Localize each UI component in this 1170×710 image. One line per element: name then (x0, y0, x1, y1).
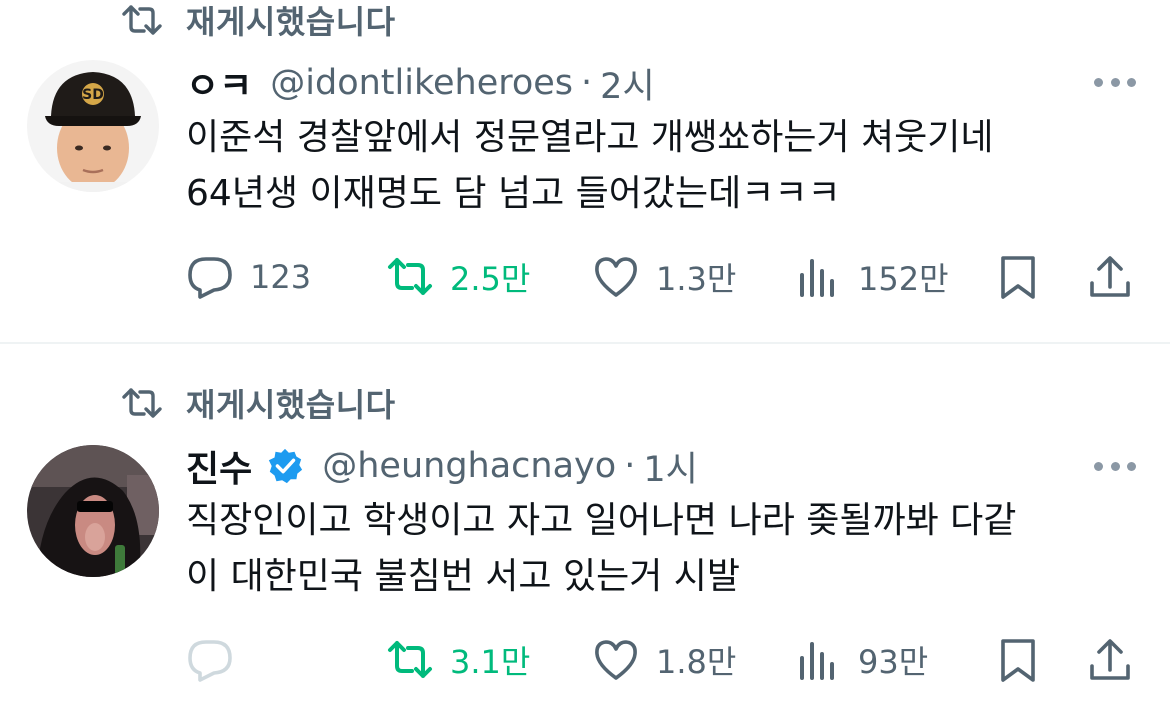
timestamp[interactable]: 1시 (643, 441, 697, 492)
like-button[interactable]: 1.8만 (592, 632, 736, 688)
tweet-text-line: 이 대한민국 불침번 서고 있는거 시발 (186, 556, 741, 597)
like-count: 1.3만 (656, 260, 737, 298)
views-button[interactable]: 152만 (794, 249, 949, 305)
like-button[interactable]: 1.3만 (592, 249, 736, 305)
more-icon[interactable] (1094, 72, 1136, 92)
reply-icon (188, 640, 232, 682)
tweet-text-line: 이준석 경찰앞에서 정문열라고 개쌩쑈하는거 쳐웃기네 (186, 117, 994, 158)
repost-context: 재게시했습니다 (120, 0, 396, 41)
action-bar: 3.1만 1.8만 93만 (186, 632, 1146, 688)
more-icon[interactable] (1094, 456, 1136, 476)
verified-icon (269, 448, 303, 484)
view-count: 152만 (858, 260, 949, 298)
repost-label: 재게시했습니다 (186, 386, 396, 424)
tweet-header: ㅇㅋ @idontlikeheroes · 2시 (186, 58, 655, 108)
repost-button[interactable]: 2.5만 (386, 249, 530, 305)
repost-context: 재게시했습니다 (120, 383, 396, 424)
share-icon (1090, 639, 1130, 680)
repost-icon (388, 641, 432, 678)
repost-count: 2.5만 (450, 260, 531, 298)
repost-icon (122, 5, 162, 35)
avatar[interactable]: SD (27, 60, 159, 192)
like-icon (595, 257, 637, 297)
share-button[interactable] (1086, 632, 1134, 688)
avatar-image: SD (27, 60, 159, 192)
tweet[interactable]: 재게시했습니다 SD ㅇㅋ @idontlikeheroes · 2시 이준석 … (0, 0, 1170, 342)
separator-dot: · (581, 63, 593, 103)
repost-button[interactable]: 3.1만 (386, 632, 530, 688)
user-handle[interactable]: @heunghacnayo (322, 446, 616, 486)
repost-label: 재게시했습니다 (186, 3, 396, 41)
action-bar: 123 2.5만 1.3만 152만 (186, 249, 1146, 305)
tweet-text: 이준석 경찰앞에서 정문열라고 개쌩쑈하는거 쳐웃기네 64년생 이재명도 담 … (186, 110, 1146, 222)
reply-icon (188, 257, 232, 299)
tweet-text-line: 64년생 이재명도 담 넘고 들어갔는데ㅋㅋㅋ (186, 173, 841, 214)
like-count: 1.8만 (656, 643, 737, 681)
bookmark-button[interactable] (994, 632, 1042, 688)
bookmark-icon (1001, 256, 1035, 299)
views-icon (800, 259, 834, 297)
tweet-text-line: 직장인이고 학생이고 자고 일어나면 나라 좆될까봐 다같 (186, 500, 1017, 541)
views-icon (800, 642, 834, 680)
timestamp[interactable]: 2시 (600, 58, 654, 109)
repost-icon (122, 388, 162, 418)
display-name[interactable]: ㅇㅋ (186, 57, 252, 109)
tweet-divider (0, 342, 1170, 344)
bookmark-button[interactable] (994, 249, 1042, 305)
share-icon (1090, 256, 1130, 297)
view-count: 93만 (858, 643, 929, 681)
bookmark-icon (1001, 639, 1035, 682)
tweet[interactable]: 재게시했습니다 진수 @heunghacnayo · 1시 직장인이고 학생이고… (0, 345, 1170, 710)
tweet-text: 직장인이고 학생이고 자고 일어나면 나라 좆될까봐 다같 이 대한민국 불침번… (186, 493, 1146, 605)
separator-dot: · (624, 446, 636, 486)
repost-count: 3.1만 (450, 643, 531, 681)
tweet-header: 진수 @heunghacnayo · 1시 (186, 441, 698, 491)
display-name[interactable]: 진수 (186, 440, 252, 492)
svg-text:SD: SD (82, 87, 104, 103)
like-icon (595, 640, 637, 680)
views-button[interactable]: 93만 (794, 632, 928, 688)
reply-count: 123 (250, 258, 312, 296)
share-button[interactable] (1086, 249, 1134, 305)
user-handle[interactable]: @idontlikeheroes (270, 63, 573, 103)
reply-button[interactable] (186, 632, 250, 688)
avatar-image (27, 445, 159, 577)
repost-icon (388, 258, 432, 295)
avatar[interactable] (27, 445, 159, 577)
reply-button[interactable]: 123 (186, 249, 311, 305)
